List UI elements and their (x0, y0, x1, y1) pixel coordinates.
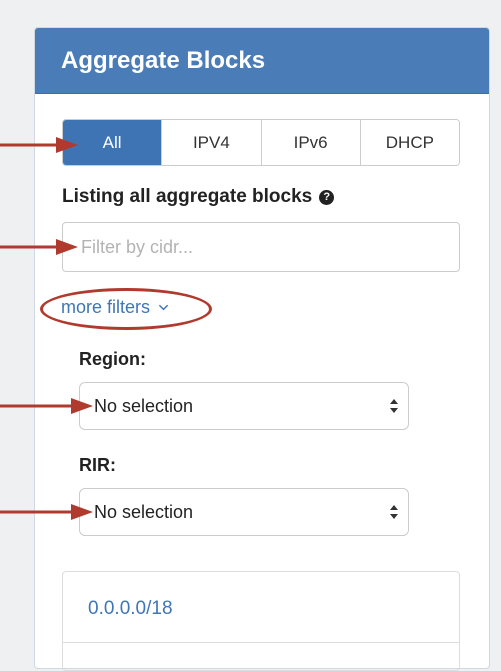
region-label: Region: (79, 349, 146, 369)
rir-label: RIR: (79, 455, 116, 475)
block-type-tabs: All IPV4 IPv6 DHCP (62, 119, 460, 166)
region-selected-value: No selection (94, 395, 194, 416)
rir-select[interactable]: No selection (79, 488, 409, 536)
results-list: 0.0.0.0/18 (62, 571, 460, 671)
result-cidr-link[interactable]: 0.0.0.0/18 (88, 598, 173, 620)
tab-ipv6[interactable]: IPv6 (261, 120, 361, 165)
chevron-down-icon (158, 304, 169, 311)
annotation-arrow (0, 398, 93, 414)
annotation-arrow (0, 239, 78, 255)
panel-header: Aggregate Blocks (35, 28, 489, 94)
rir-selected-value: No selection (94, 501, 194, 522)
select-updown-icon (390, 399, 398, 413)
tab-dhcp[interactable]: DHCP (360, 120, 459, 165)
listing-heading: Listing all aggregate blocks ? (62, 186, 335, 208)
select-updown-icon (390, 505, 398, 519)
cidr-filter-input[interactable] (62, 222, 460, 272)
annotation-arrow (0, 504, 93, 520)
listing-text: Listing all aggregate blocks (62, 186, 313, 207)
annotation-arrow (0, 137, 78, 153)
help-icon[interactable]: ? (319, 189, 335, 205)
result-divider (63, 642, 459, 643)
panel-title: Aggregate Blocks (61, 46, 266, 74)
region-select[interactable]: No selection (79, 382, 409, 430)
more-filters-label: more filters (61, 297, 151, 317)
tab-ipv4[interactable]: IPV4 (162, 120, 262, 165)
more-filters-link[interactable]: more filters (61, 297, 169, 318)
